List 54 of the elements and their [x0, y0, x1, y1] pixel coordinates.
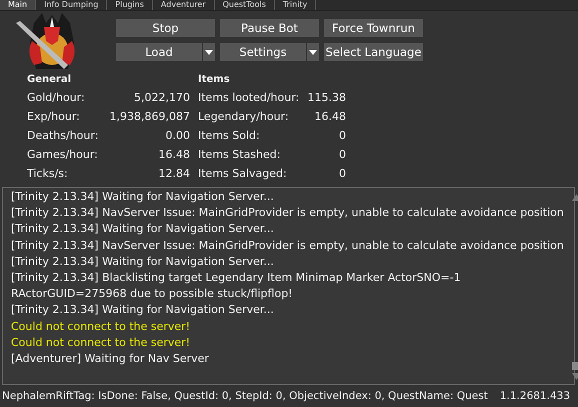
caret-icon [205, 50, 213, 54]
toolbar-button[interactable]: Stop [116, 19, 215, 37]
scrollbar-thumb[interactable] [572, 362, 578, 370]
stat-label: Gold/hour: [27, 90, 85, 106]
log-line: [Trinity 2.13.34] Waiting for Navigation Server... [11, 254, 275, 270]
section-heading: Items [198, 73, 231, 87]
stat-label: Items Salvaged: [198, 166, 287, 182]
stat-label: Exp/hour: [27, 109, 80, 125]
log-line: Could not connect to the server! [11, 318, 192, 335]
stat-value: 16.48 [314, 109, 346, 125]
log-line: [Trinity 2.13.34] NavServer Issue: MainGridProvider is empty, unable to calculate avoidance position [11, 205, 564, 222]
tab[interactable]: Adventurer [152, 0, 215, 10]
stat-value: 12.84 [158, 166, 190, 182]
log-line: [Trinity 2.13.34] Waiting for Navigation Server... [11, 221, 275, 238]
log-line: Could not connect to the server! [11, 334, 192, 351]
status-message: NephalemRiftTag: IsDone: False, QuestId: 0, StepId: 0, ObjectiveIndex: 0, QuestName: Quest [2, 390, 488, 404]
stat-label: Items Stashed: [198, 147, 280, 163]
scroll-down-icon[interactable] [572, 373, 578, 380]
version-label: 1.1.2681.433 [500, 390, 570, 404]
stat-label: Legendary/hour: [198, 109, 289, 125]
section-heading: General [27, 73, 72, 87]
stat-label: Deaths/hour: [27, 128, 98, 144]
toolbar-button[interactable]: Force Townrun [324, 19, 423, 37]
toolbar-button[interactable]: Pause Bot [220, 19, 319, 37]
stat-label: Items Sold: [198, 128, 260, 144]
toolbar-button[interactable]: Select Language [324, 43, 423, 61]
scroll-up-icon[interactable] [572, 194, 578, 201]
tab[interactable]: QuestTools [214, 0, 275, 10]
tab[interactable]: Info Dumping [36, 0, 108, 10]
stat-value: 0 [339, 166, 346, 182]
dropdown-button[interactable] [307, 43, 319, 61]
log-line: [Trinity 2.13.34] Waiting for Navigation Server... [11, 189, 275, 205]
stat-value: 115.38 [308, 90, 346, 106]
dropdown-button[interactable] [203, 43, 215, 61]
log-line: [Trinity 2.13.34] NavServer Issue: MainGridProvider is empty, unable to calculate avoidance position [11, 238, 564, 254]
tab[interactable]: Plugins [107, 0, 153, 10]
tab[interactable]: Trinity [274, 0, 316, 10]
stat-label: Games/hour: [27, 147, 98, 163]
stat-label: Items looted/hour: [198, 90, 300, 106]
stat-label: Ticks/s: [27, 166, 68, 182]
stat-value: 0.00 [166, 128, 190, 144]
stat-value: 0 [339, 128, 346, 144]
log-line: [Trinity 2.13.34] Waiting for Navigation Server... [11, 302, 275, 318]
stat-value: 0 [339, 147, 346, 163]
caret-icon [309, 50, 317, 54]
stat-value: 1,938,869,087 [110, 109, 190, 125]
log-line: [Adventurer] Waiting for Nav Server [11, 351, 210, 368]
stat-value: 5,022,170 [134, 90, 190, 106]
log-line: RActorGUID=275968 due to possible stuck/flipflop! [11, 286, 294, 302]
tab[interactable]: Main [0, 0, 36, 10]
toolbar-button[interactable]: Load [116, 43, 202, 61]
stat-value: 16.48 [158, 147, 190, 163]
toolbar-button[interactable]: Settings [220, 43, 306, 61]
log-line: [Trinity 2.13.34] Blacklisting target Legendary Item Minimap Marker ActorSNO=-1 [11, 270, 462, 286]
